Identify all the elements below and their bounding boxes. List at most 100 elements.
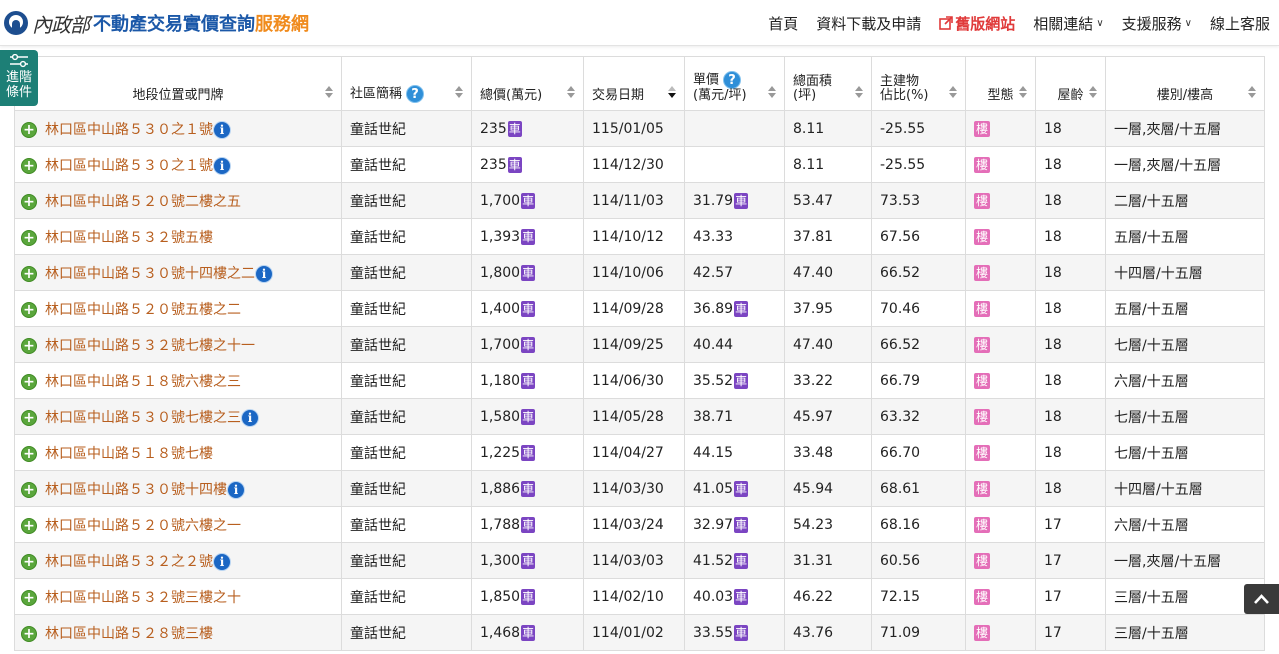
info-icon[interactable]: i (255, 264, 273, 283)
sort-icon[interactable] (768, 86, 776, 98)
sort-icon[interactable] (1089, 86, 1097, 98)
address-link[interactable]: 林口區中山路５２０號二樓之五 (45, 194, 241, 210)
unit-price-value: 38.71 (693, 408, 734, 425)
expand-plus-icon[interactable]: + (21, 373, 37, 390)
column-header-age[interactable]: 屋齡 (1035, 56, 1106, 111)
sort-icon[interactable] (325, 86, 333, 98)
expand-plus-icon[interactable]: + (21, 409, 37, 426)
address-link[interactable]: 林口區中山路５３０之１號 (45, 122, 213, 138)
table-row[interactable]: + 林口區中山路５３２之２號 i 童話世紀 1,300 車 114/03/03 41.52 車 3… (14, 542, 1265, 579)
advanced-filter-tab[interactable]: 進階 條件 (0, 50, 38, 106)
nav-item-4[interactable]: 支援服務 ∨ (1113, 13, 1201, 34)
sort-icon[interactable] (668, 86, 676, 98)
help-icon[interactable]: ? (723, 71, 742, 89)
address-link[interactable]: 林口區中山路５２０號五樓之二 (45, 302, 241, 318)
scroll-to-top-button[interactable] (1244, 584, 1279, 614)
table-row[interactable]: + 林口區中山路５３０之１號 i 童話世紀 235 車 115/01/05 8.11 -25.5… (14, 110, 1265, 147)
address-link[interactable]: 林口區中山路５２８號三樓 (45, 626, 213, 642)
column-header-line1: 屋齡 (1057, 88, 1084, 103)
expand-plus-icon[interactable]: + (21, 481, 37, 498)
address-link[interactable]: 林口區中山路５３２號三樓之十 (45, 590, 241, 606)
address-link[interactable]: 林口區中山路５２０號六樓之一 (45, 518, 241, 534)
table-row[interactable]: + 林口區中山路５３２號五樓 童話世紀 1,393 車 114/10/12 43.33 37.… (14, 218, 1265, 255)
address-link[interactable]: 林口區中山路５３０號十四樓之二 (45, 266, 255, 282)
nav-item-0[interactable]: 首頁 (759, 13, 807, 34)
table-row[interactable]: + 林口區中山路５３０號十四樓之二 i 童話世紀 1,800 車 114/10/06 42.5… (14, 254, 1265, 291)
table-row[interactable]: + 林口區中山路５３２號三樓之十 童話世紀 1,850 車 114/02/10 40.03 車… (14, 578, 1265, 615)
nav-item-2[interactable]: 舊版網站 (930, 13, 1024, 34)
info-icon[interactable]: i (241, 408, 259, 427)
expand-plus-icon[interactable]: + (21, 301, 37, 318)
table-row[interactable]: + 林口區中山路５１８號七樓 童話世紀 1,225 車 114/04/27 44.15 33.… (14, 434, 1265, 471)
address-link[interactable]: 林口區中山路５１８號六樓之三 (45, 374, 241, 390)
info-icon[interactable]: i (227, 480, 245, 499)
unit-price-value: 44.15 (693, 444, 734, 461)
nav-item-5[interactable]: 線上客服 (1201, 13, 1279, 34)
main-ratio-cell: -25.55 (871, 110, 966, 147)
table-row[interactable]: + 林口區中山路５２０號二樓之五 童話世紀 1,700 車 114/11/03 31.79 車… (14, 182, 1265, 219)
table-row[interactable]: + 林口區中山路５２０號五樓之二 童話世紀 1,400 車 114/09/28 36.89 車… (14, 290, 1265, 327)
column-header-address[interactable]: 地段位置或門牌 (14, 56, 342, 111)
area-value: 8.11 (793, 156, 825, 173)
help-icon[interactable]: ? (406, 85, 425, 103)
expand-plus-icon[interactable]: + (21, 121, 37, 138)
table-row[interactable]: + 林口區中山路５１８號六樓之三 童話世紀 1,180 車 114/06/30 35.52 車… (14, 362, 1265, 399)
site-logo[interactable]: 內政部 不動產交易實價查詢服務網 (4, 8, 309, 38)
age-cell: 18 (1035, 146, 1106, 183)
expand-plus-icon[interactable]: + (21, 517, 37, 534)
floor-cell: 十四層/十五層 (1105, 254, 1265, 291)
table-row[interactable]: + 林口區中山路５２０號六樓之一 童話世紀 1,788 車 114/03/24 32.97 車… (14, 506, 1265, 543)
expand-plus-icon[interactable]: + (21, 625, 37, 642)
info-icon[interactable]: i (213, 156, 231, 175)
table-row[interactable]: + 林口區中山路５３２號七樓之十一 童話世紀 1,700 車 114/09/25 40.44… (14, 326, 1265, 363)
expand-plus-icon[interactable]: + (21, 229, 37, 246)
area-cell: 46.22 (784, 578, 872, 615)
nav-item-3[interactable]: 相關連結 ∨ (1024, 13, 1112, 34)
address-link[interactable]: 林口區中山路５３０號七樓之三 (45, 410, 241, 426)
total-price-cell: 1,468 車 (471, 614, 584, 651)
address-link[interactable]: 林口區中山路５１８號七樓 (45, 446, 213, 462)
type-cell: 樓 (965, 398, 1036, 435)
sort-icon[interactable] (1248, 86, 1256, 98)
address-link[interactable]: 林口區中山路５３２之２號 (45, 554, 213, 570)
column-header-total_price[interactable]: 總價(萬元) (471, 56, 584, 111)
total-price-value: 1,180 (480, 372, 521, 389)
expand-plus-icon[interactable]: + (21, 193, 37, 210)
expand-plus-icon[interactable]: + (21, 337, 37, 354)
unit-price-cell: 41.05 車 (684, 470, 785, 507)
date-cell: 114/09/28 (583, 290, 685, 327)
column-header-type[interactable]: 型態 (965, 56, 1036, 111)
sort-icon[interactable] (949, 86, 957, 98)
sort-icon[interactable] (1019, 86, 1027, 98)
column-header-label: 樓別/樓高 (1114, 89, 1256, 103)
column-header-community[interactable]: 社區簡稱? (341, 56, 472, 111)
parking-badge: 車 (734, 300, 749, 317)
info-icon[interactable]: i (213, 552, 231, 571)
expand-plus-icon[interactable]: + (21, 445, 37, 462)
building-type-badge: 樓 (974, 516, 990, 533)
expand-plus-icon[interactable]: + (21, 553, 37, 570)
address-link[interactable]: 林口區中山路５３２號七樓之十一 (45, 338, 255, 354)
column-header-floor[interactable]: 樓別/樓高 (1105, 56, 1265, 111)
unit-price-value: 36.89 (693, 300, 734, 317)
sort-icon[interactable] (455, 86, 463, 98)
column-header-main_ratio[interactable]: 主建物 佔比(%) (871, 56, 966, 111)
expand-plus-icon[interactable]: + (21, 589, 37, 606)
sort-icon[interactable] (567, 86, 575, 98)
column-header-unit_price[interactable]: 單價? (萬元/坪) (684, 56, 785, 111)
expand-plus-icon[interactable]: + (21, 265, 37, 282)
table-row[interactable]: + 林口區中山路５３０號七樓之三 i 童話世紀 1,580 車 114/05/28 38.71… (14, 398, 1265, 435)
address-link[interactable]: 林口區中山路５３０號十四樓 (45, 482, 227, 498)
column-header-area[interactable]: 總面積 (坪) (784, 56, 872, 111)
table-row[interactable]: + 林口區中山路５２８號三樓 童話世紀 1,468 車 114/01/02 33.55 車 43… (14, 614, 1265, 651)
column-header-date[interactable]: 交易日期 (583, 56, 685, 111)
nav-item-1[interactable]: 資料下載及申請 (807, 13, 930, 34)
sort-icon[interactable] (855, 86, 863, 98)
address-link[interactable]: 林口區中山路５３２號五樓 (45, 230, 213, 246)
total-price-value: 235 (480, 156, 507, 173)
info-icon[interactable]: i (213, 120, 231, 139)
table-row[interactable]: + 林口區中山路５３０之１號 i 童話世紀 235 車 114/12/30 8.11 -25.5… (14, 146, 1265, 183)
table-row[interactable]: + 林口區中山路５３０號十四樓 i 童話世紀 1,886 車 114/03/30 41.05 車… (14, 470, 1265, 507)
address-link[interactable]: 林口區中山路５３０之１號 (45, 158, 213, 174)
expand-plus-icon[interactable]: + (21, 157, 37, 174)
